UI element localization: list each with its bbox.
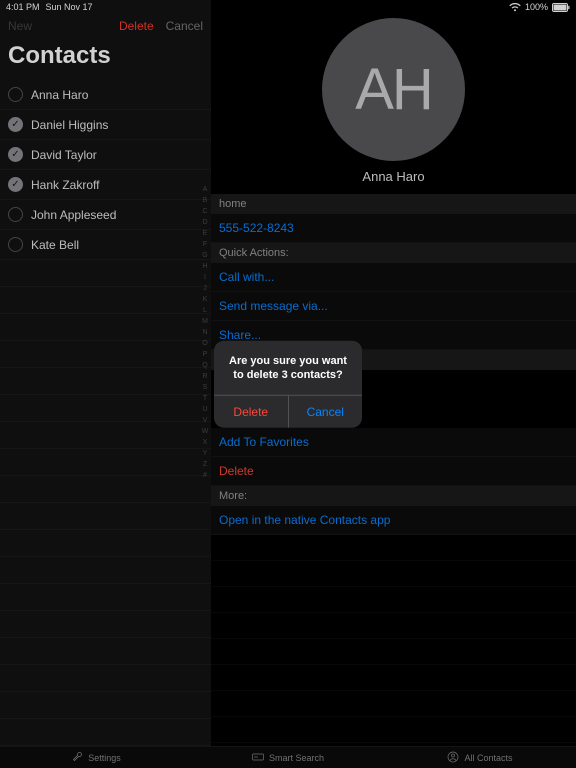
alert-message: Are you sure you want to delete 3 contac… (214, 341, 362, 395)
confirm-delete-alert: Are you sure you want to delete 3 contac… (214, 341, 362, 428)
alert-cancel-button[interactable]: Cancel (289, 395, 363, 427)
alert-delete-button[interactable]: Delete (214, 395, 289, 427)
